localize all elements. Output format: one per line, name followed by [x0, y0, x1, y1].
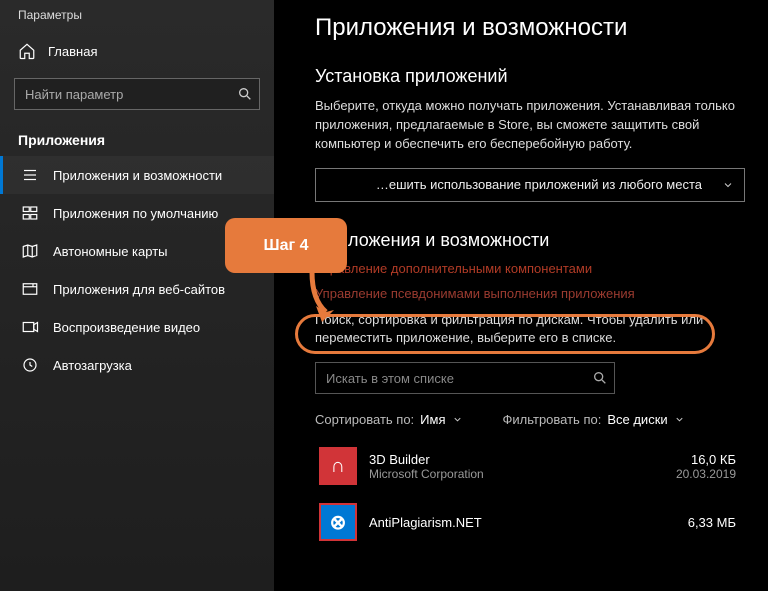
- sidebar-item-web-apps[interactable]: Приложения для веб-сайтов: [0, 270, 274, 308]
- callout-label: Шаг 4: [264, 237, 309, 255]
- list-icon: [21, 166, 39, 184]
- dropdown-value: …ешить использование приложений из любог…: [376, 177, 702, 192]
- sidebar-item-label: Приложения и возможности: [53, 168, 222, 183]
- chevron-down-icon: [674, 414, 685, 425]
- map-icon: [21, 242, 39, 260]
- chevron-down-icon: [722, 179, 734, 191]
- home-icon: [18, 42, 36, 60]
- search-input-container[interactable]: [14, 78, 260, 110]
- search-icon: [237, 86, 253, 102]
- sidebar-item-label: Воспроизведение видео: [53, 320, 200, 335]
- install-section-body: Выберите, откуда можно получать приложен…: [315, 97, 740, 154]
- callout-arrow-icon: [304, 270, 344, 325]
- home-label: Главная: [48, 44, 97, 59]
- sort-control[interactable]: Сортировать по: Имя: [315, 412, 463, 427]
- app-item[interactable]: ∩ 3D Builder Microsoft Corporation 16,0 …: [315, 441, 740, 491]
- sort-value: Имя: [420, 412, 445, 427]
- sidebar-item-startup[interactable]: Автозагрузка: [0, 346, 274, 384]
- app-size: 6,33 МБ: [688, 515, 736, 530]
- web-apps-icon: [21, 280, 39, 298]
- filter-label: Фильтровать по:: [503, 412, 602, 427]
- sidebar-item-label: Приложения по умолчанию: [53, 206, 218, 221]
- app-publisher: Microsoft Corporation: [369, 467, 484, 481]
- step-callout: Шаг 4: [225, 218, 347, 273]
- filter-value: Все диски: [607, 412, 667, 427]
- home-nav[interactable]: Главная: [14, 36, 260, 66]
- sidebar-item-apps-features[interactable]: Приложения и возможности: [0, 156, 274, 194]
- search-icon: [592, 370, 608, 386]
- apps-section-title: Приложения и возможности: [315, 230, 740, 251]
- app-item[interactable]: ⊗ AntiPlagiarism.NET 6,33 МБ: [315, 497, 740, 547]
- sidebar-item-video[interactable]: Воспроизведение видео: [0, 308, 274, 346]
- main-content: Приложения и возможности Установка прило…: [275, 0, 768, 591]
- chevron-down-icon: [452, 414, 463, 425]
- default-apps-icon: [21, 204, 39, 222]
- manage-aliases-link[interactable]: Управление псевдонимами выполнения прило…: [315, 286, 740, 301]
- search-input[interactable]: [25, 87, 237, 102]
- window-title: Параметры: [18, 8, 260, 22]
- sidebar-item-label: Автономные карты: [53, 244, 168, 259]
- manage-components-link[interactable]: Управление дополнительными компонентами: [315, 261, 740, 276]
- install-source-dropdown[interactable]: …ешить использование приложений из любог…: [315, 168, 745, 202]
- app-icon: ∩: [319, 447, 357, 485]
- app-name: 3D Builder: [369, 452, 484, 467]
- filter-control[interactable]: Фильтровать по: Все диски: [503, 412, 685, 427]
- install-section-title: Установка приложений: [315, 66, 740, 87]
- page-title: Приложения и возможности: [315, 14, 740, 42]
- app-name: AntiPlagiarism.NET: [369, 515, 482, 530]
- app-icon: ⊗: [319, 503, 357, 541]
- sidebar: Параметры Главная Приложения Приложения …: [0, 0, 275, 591]
- app-date: 20.03.2019: [676, 467, 736, 481]
- app-search-container[interactable]: [315, 362, 615, 394]
- sidebar-item-label: Приложения для веб-сайтов: [53, 282, 225, 297]
- app-search-input[interactable]: [326, 371, 592, 386]
- app-list: ∩ 3D Builder Microsoft Corporation 16,0 …: [315, 441, 740, 547]
- sidebar-item-label: Автозагрузка: [53, 358, 132, 373]
- sort-filter-row: Сортировать по: Имя Фильтровать по: Все …: [315, 412, 740, 427]
- video-icon: [21, 318, 39, 336]
- apps-section-body: Поиск, сортировка и фильтрация по дискам…: [315, 311, 740, 349]
- sort-label: Сортировать по:: [315, 412, 414, 427]
- app-size: 16,0 КБ: [691, 452, 736, 467]
- sidebar-group-header: Приложения: [18, 132, 256, 148]
- startup-icon: [21, 356, 39, 374]
